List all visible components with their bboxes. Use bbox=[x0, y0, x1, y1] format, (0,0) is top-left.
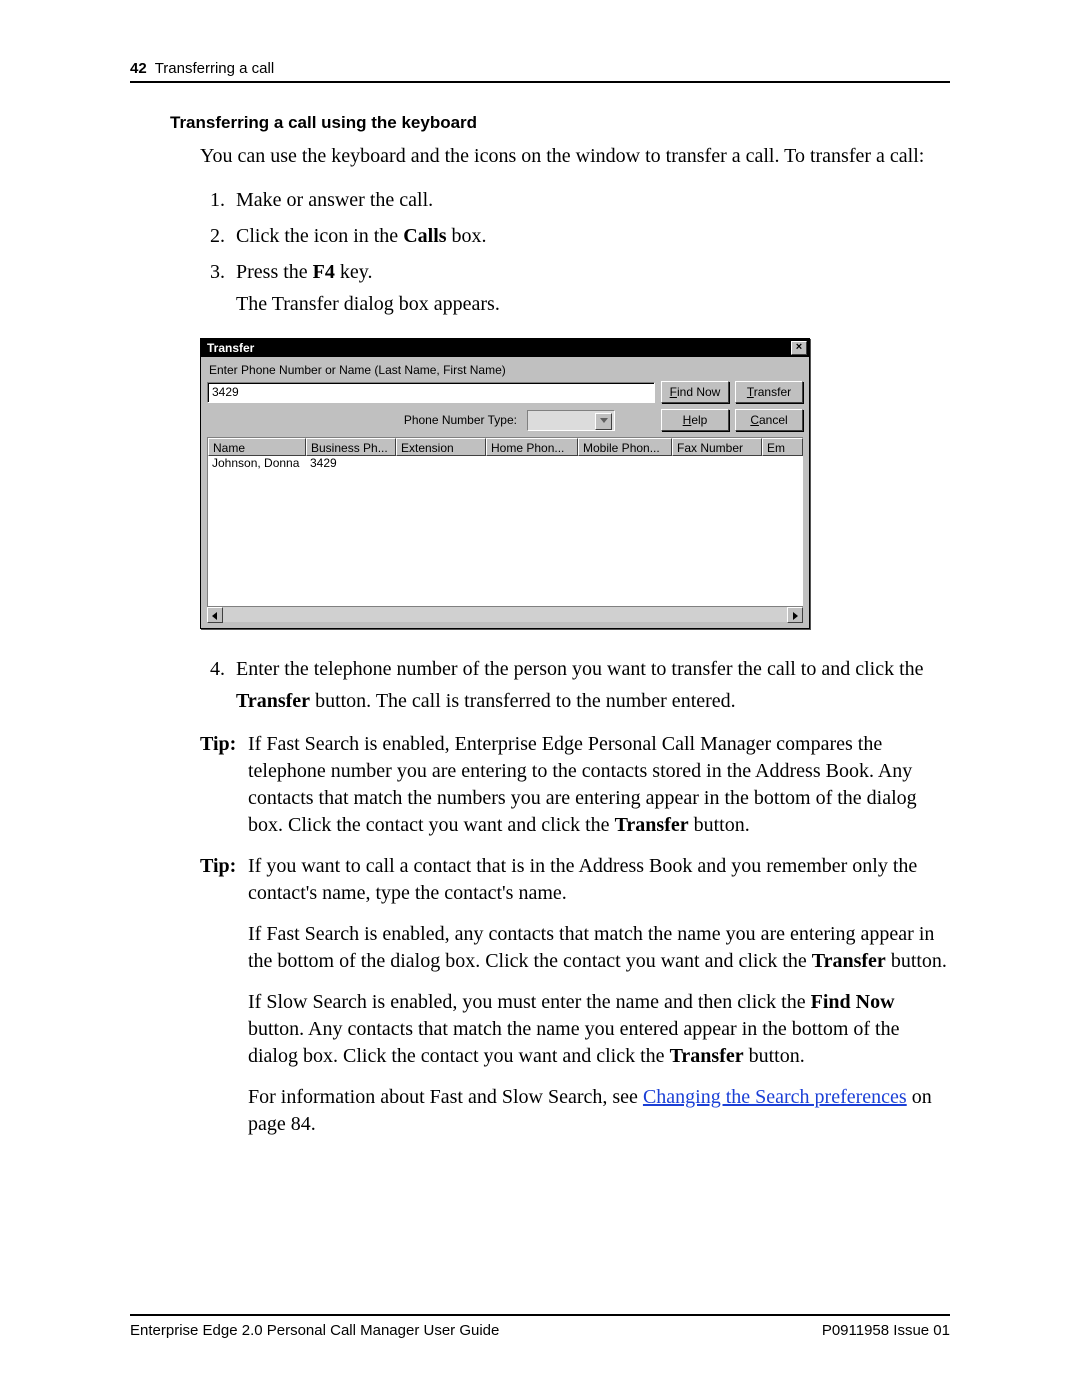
running-title: Transferring a call bbox=[155, 60, 275, 77]
col-fax[interactable]: Fax Number bbox=[672, 438, 762, 456]
transfer-dialog: Transfer × Enter Phone Number or Name (L… bbox=[200, 338, 810, 629]
phone-name-input[interactable]: 3429 bbox=[207, 382, 655, 403]
footer-left: Enterprise Edge 2.0 Personal Call Manage… bbox=[130, 1322, 499, 1339]
close-icon[interactable]: × bbox=[791, 341, 807, 355]
step-3: Press the F4 key. The Transfer dialog bo… bbox=[230, 256, 950, 320]
scroll-left-icon[interactable] bbox=[207, 607, 223, 623]
grid-header: Name Business Ph... Extension Home Phon.… bbox=[207, 437, 803, 456]
changing-search-preferences-link[interactable]: Changing the Search preferences bbox=[643, 1086, 907, 1108]
help-button[interactable]: Help bbox=[661, 409, 729, 431]
page-header: 42 Transferring a call bbox=[130, 60, 950, 83]
cancel-button[interactable]: Cancel bbox=[735, 409, 803, 431]
grid-body[interactable]: Johnson, Donna 3429 bbox=[207, 456, 803, 606]
table-row[interactable]: Johnson, Donna 3429 bbox=[208, 456, 802, 470]
phone-number-type-select[interactable] bbox=[527, 410, 615, 431]
page-footer: Enterprise Edge 2.0 Personal Call Manage… bbox=[130, 1314, 950, 1339]
col-business[interactable]: Business Ph... bbox=[306, 438, 396, 456]
transfer-button[interactable]: Transfer bbox=[735, 381, 803, 403]
input-label: Enter Phone Number or Name (Last Name, F… bbox=[209, 363, 803, 377]
col-mobile[interactable]: Mobile Phon... bbox=[578, 438, 672, 456]
dialog-title: Transfer bbox=[207, 341, 254, 355]
footer-right: P0911958 Issue 01 bbox=[822, 1322, 950, 1339]
steps-list: Make or answer the call. Click the icon … bbox=[200, 184, 950, 320]
steps-list-cont: Enter the telephone number of the person… bbox=[200, 653, 950, 717]
phone-number-type-label: Phone Number Type: bbox=[404, 413, 517, 427]
dialog-titlebar: Transfer × bbox=[201, 339, 809, 357]
section-title: Transferring a call using the keyboard bbox=[170, 113, 950, 133]
tip-1: Tip: If Fast Search is enabled, Enterpri… bbox=[200, 731, 950, 839]
scroll-right-icon[interactable] bbox=[787, 607, 803, 623]
chevron-down-icon bbox=[600, 418, 608, 423]
step-2: Click the icon in the Calls box. bbox=[230, 220, 950, 252]
tip-2: Tip: If you want to call a contact that … bbox=[200, 853, 950, 1138]
col-extension[interactable]: Extension bbox=[396, 438, 486, 456]
col-name[interactable]: Name bbox=[208, 438, 306, 456]
col-em[interactable]: Em bbox=[762, 438, 803, 456]
page-number: 42 bbox=[130, 60, 147, 77]
col-home[interactable]: Home Phon... bbox=[486, 438, 578, 456]
intro-paragraph: You can use the keyboard and the icons o… bbox=[200, 143, 950, 170]
step-4: Enter the telephone number of the person… bbox=[230, 653, 950, 717]
step-1: Make or answer the call. bbox=[230, 184, 950, 216]
find-now-button[interactable]: Find Now bbox=[661, 381, 729, 403]
horizontal-scrollbar[interactable] bbox=[207, 606, 803, 622]
